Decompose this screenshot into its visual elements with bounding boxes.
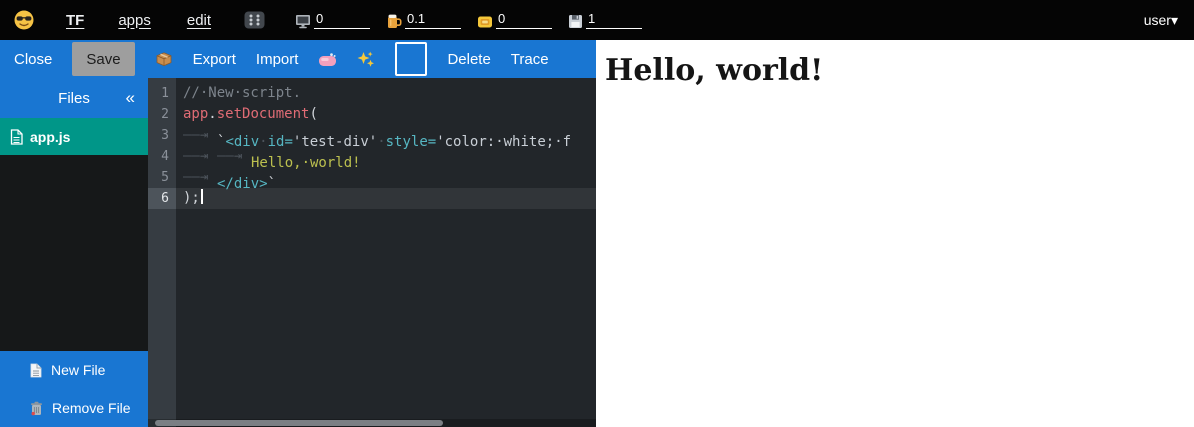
floppy-value-input[interactable] — [586, 11, 642, 29]
code-token: ); — [183, 190, 200, 206]
toolbar: Close Save Export Import — [0, 40, 596, 78]
dice-icon[interactable] — [244, 11, 265, 29]
sunglasses-emoji-icon[interactable] — [14, 10, 34, 30]
gutter-line-number: 2 — [148, 104, 176, 125]
code-lines[interactable]: //·New·script.app.setDocument(——⇥`<div·i… — [176, 78, 596, 427]
code-editor[interactable]: 123456 //·New·script.app.setDocument(——⇥… — [148, 78, 596, 427]
import-button[interactable]: Import — [256, 51, 299, 68]
code-token: ( — [309, 106, 317, 122]
gutter-line-number: 5 — [148, 167, 176, 188]
delete-button[interactable]: Delete — [447, 51, 490, 68]
new-file-icon — [30, 363, 42, 378]
gutter-line-number: 4 — [148, 146, 176, 167]
preview-heading: Hello, world! — [596, 40, 1194, 88]
topbar-link-tf[interactable]: TF — [66, 12, 84, 29]
code-token: ——⇥ — [183, 125, 217, 146]
beer-icon — [386, 12, 402, 29]
code-token: </div> — [217, 176, 268, 192]
gutter-line-number: 6 — [148, 188, 176, 209]
gutter-line-number: 3 — [148, 125, 176, 146]
code-token: 'color:·white;·f — [436, 134, 571, 150]
workspace: Files « app.js — [0, 78, 596, 427]
code-token: · — [377, 134, 385, 150]
stat-floppy — [568, 11, 642, 29]
code-token: style= — [386, 134, 437, 150]
topbar-link-apps[interactable]: apps — [118, 12, 151, 29]
monitor-value-input[interactable] — [314, 11, 370, 29]
horizontal-scrollbar-thumb[interactable] — [155, 420, 443, 426]
sparkles-icon[interactable] — [357, 50, 375, 68]
ticket-value-input[interactable] — [496, 11, 552, 29]
code-token: ` — [268, 176, 276, 192]
sidebar-actions: New File Remove File — [0, 351, 148, 427]
blank-button[interactable] — [395, 42, 427, 76]
code-token: ——⇥ — [183, 146, 217, 167]
files-header-title: Files — [58, 90, 90, 107]
stat-ticket — [477, 11, 552, 29]
close-button[interactable]: Close — [14, 51, 52, 68]
editor-app: Close Save Export Import — [0, 40, 596, 427]
code-token: setDocument — [217, 106, 310, 122]
soap-icon[interactable] — [318, 52, 337, 67]
code-token: ——⇥ — [217, 146, 251, 167]
trace-button[interactable]: Trace — [511, 51, 549, 68]
topbar: TF apps edit — [0, 0, 1194, 40]
new-file-button[interactable]: New File — [0, 351, 148, 389]
sidebar: Files « app.js — [0, 78, 148, 427]
preview-pane: Hello, world! — [596, 40, 1194, 427]
monitor-icon — [295, 14, 311, 29]
beer-value-input[interactable] — [405, 11, 461, 29]
floppy-icon — [568, 14, 583, 29]
code-line[interactable]: ——⇥</div>` — [176, 167, 596, 188]
horizontal-scrollbar — [148, 419, 596, 427]
new-file-label: New File — [51, 362, 105, 378]
code-token: app — [183, 106, 208, 122]
ticket-icon — [477, 15, 493, 29]
code-token: . — [208, 106, 216, 122]
export-button[interactable]: Export — [193, 51, 236, 68]
topbar-link-edit[interactable]: edit — [187, 12, 211, 29]
text-cursor — [201, 189, 203, 204]
screen: TF apps edit — [0, 0, 1194, 427]
stat-monitor — [295, 11, 370, 29]
remove-file-button[interactable]: Remove File — [0, 389, 148, 427]
file-list: app.js — [0, 118, 148, 351]
code-token: //·New·script. — [183, 85, 301, 101]
code-token: ——⇥ — [183, 167, 217, 188]
collapse-sidebar-button[interactable]: « — [126, 88, 135, 108]
gutter: 123456 — [148, 78, 176, 427]
gutter-line-number: 1 — [148, 83, 176, 104]
trash-icon — [30, 401, 43, 416]
remove-file-label: Remove File — [52, 400, 131, 416]
document-icon — [10, 129, 23, 145]
package-icon[interactable] — [155, 50, 173, 68]
save-button[interactable]: Save — [72, 42, 134, 76]
file-item-appjs[interactable]: app.js — [0, 118, 148, 155]
code-line[interactable]: //·New·script. — [176, 83, 596, 104]
stat-beer — [386, 11, 461, 29]
files-header: Files « — [0, 78, 148, 118]
code-line[interactable]: ——⇥`<div·id='test-div'·style='color:·whi… — [176, 125, 596, 146]
user-menu[interactable]: user▾ — [1144, 12, 1178, 29]
code-line[interactable]: app.setDocument( — [176, 104, 596, 125]
file-name: app.js — [30, 129, 70, 145]
